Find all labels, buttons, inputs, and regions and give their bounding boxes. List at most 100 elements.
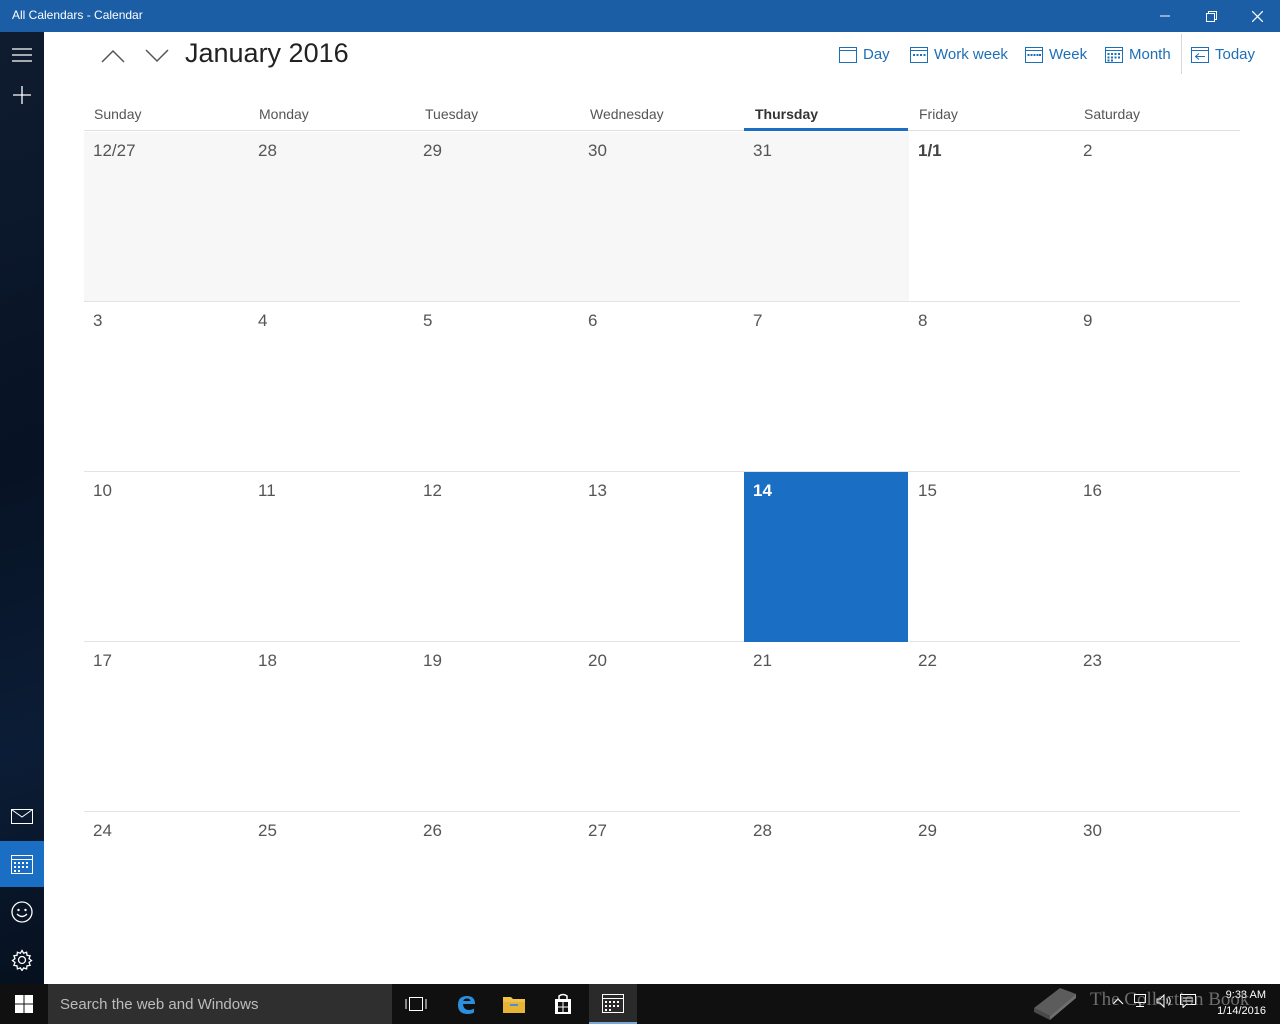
new-event-button[interactable] [0,72,44,118]
day-cell[interactable]: 13 [579,472,744,642]
day-view-button[interactable]: Day [839,43,890,65]
task-view-icon [405,997,427,1011]
day-number: 30 [588,141,607,160]
month-view-button[interactable]: Month [1105,43,1171,65]
file-explorer-button[interactable] [490,984,538,1024]
start-button[interactable] [0,984,48,1024]
day-cell[interactable]: 5 [414,302,579,472]
work-week-view-label: Work week [934,45,1008,63]
task-view-button[interactable] [392,984,440,1024]
day-number: 9 [1083,311,1093,330]
day-cell[interactable]: 20 [579,642,744,812]
day-number: 30 [1083,821,1102,840]
day-number: 20 [588,651,607,670]
day-cell-today[interactable]: 14 [744,472,908,642]
week-view-label: Week [1049,45,1088,63]
day-number: 11 [258,481,276,500]
day-cell[interactable]: 9 [1074,302,1240,472]
search-input[interactable]: Search the web and Windows [48,984,392,1024]
day-cell[interactable]: 8 [909,302,1074,472]
calendar-app-button[interactable] [589,984,637,1024]
new-event-icon [13,86,31,104]
windows-logo-icon [15,995,33,1013]
day-cell[interactable]: 31 [744,132,909,302]
day-cell[interactable]: 30 [1074,812,1240,982]
day-cell[interactable]: 11 [249,472,414,642]
today-weekday-indicator [744,128,908,131]
day-cell[interactable]: 26 [414,812,579,982]
day-cell[interactable]: 29 [414,132,579,302]
day-cell[interactable]: 18 [249,642,414,812]
next-month-button[interactable] [141,40,173,72]
day-cell[interactable]: 7 [744,302,909,472]
day-number: 6 [588,311,598,330]
day-cell[interactable]: 3 [84,302,249,472]
day-cell[interactable]: 1/1 [909,132,1074,302]
day-view-icon [839,46,857,63]
work-week-view-button[interactable]: Work week [910,43,1008,65]
edge-button[interactable] [442,984,490,1024]
restore-button[interactable] [1188,0,1234,32]
day-number: 22 [918,651,937,670]
chevron-down-icon [145,49,169,63]
work-week-icon [910,46,928,63]
close-button[interactable] [1234,0,1280,32]
day-cell[interactable]: 22 [909,642,1074,812]
today-icon [1191,46,1209,63]
day-cell[interactable]: 29 [909,812,1074,982]
day-number: 4 [258,311,268,330]
day-cell[interactable]: 28 [249,132,414,302]
day-cell[interactable]: 2 [1074,132,1240,302]
day-number: 29 [423,141,442,160]
day-number: 14 [753,481,772,500]
day-number: 13 [588,481,607,500]
day-cell[interactable]: 28 [744,812,909,982]
calendar-app-icon [602,994,624,1013]
day-number: 21 [753,651,772,670]
settings-button[interactable] [0,937,44,983]
minimize-button[interactable] [1142,0,1188,32]
left-rail [0,32,44,984]
day-cell[interactable]: 6 [579,302,744,472]
view-separator [1181,34,1182,74]
day-number: 7 [753,311,763,330]
day-cell[interactable]: 24 [84,812,249,982]
today-label: Today [1215,45,1256,63]
day-cell[interactable]: 12/27 [84,132,249,302]
day-number: 17 [93,651,112,670]
weekday-header: Sunday [94,106,142,122]
weekday-header: Wednesday [590,106,664,122]
day-cell[interactable]: 16 [1074,472,1240,642]
day-cell[interactable]: 19 [414,642,579,812]
day-cell[interactable]: 27 [579,812,744,982]
day-number: 28 [753,821,772,840]
week-view-button[interactable]: Week [1025,43,1087,65]
mail-button[interactable] [0,793,44,839]
day-cell[interactable]: 23 [1074,642,1240,812]
day-cell[interactable]: 21 [744,642,909,812]
day-cell[interactable]: 10 [84,472,249,642]
store-icon [555,993,571,1014]
day-number: 3 [93,311,103,330]
day-number: 31 [753,141,772,160]
previous-month-button[interactable] [97,40,129,72]
day-number: 12 [423,481,442,500]
calendar-button[interactable] [0,841,44,887]
day-cell[interactable]: 30 [579,132,744,302]
day-view-label: Day [863,45,890,63]
day-cell[interactable]: 4 [249,302,414,472]
weekday-header: Tuesday [425,106,479,122]
title-bar: All Calendars - Calendar [0,0,1280,32]
day-cell[interactable]: 12 [414,472,579,642]
day-number: 12/27 [93,141,136,160]
day-cell[interactable]: 15 [909,472,1074,642]
weekday-header-today: Thursday [755,106,819,122]
hamburger-menu-icon [12,48,32,62]
people-button[interactable] [0,889,44,935]
day-cell[interactable]: 17 [84,642,249,812]
store-button[interactable] [539,984,587,1024]
day-cell[interactable]: 25 [249,812,414,982]
today-button[interactable]: Today [1191,43,1255,65]
weekday-header: Saturday [1084,106,1141,122]
chevron-up-icon [101,49,125,63]
